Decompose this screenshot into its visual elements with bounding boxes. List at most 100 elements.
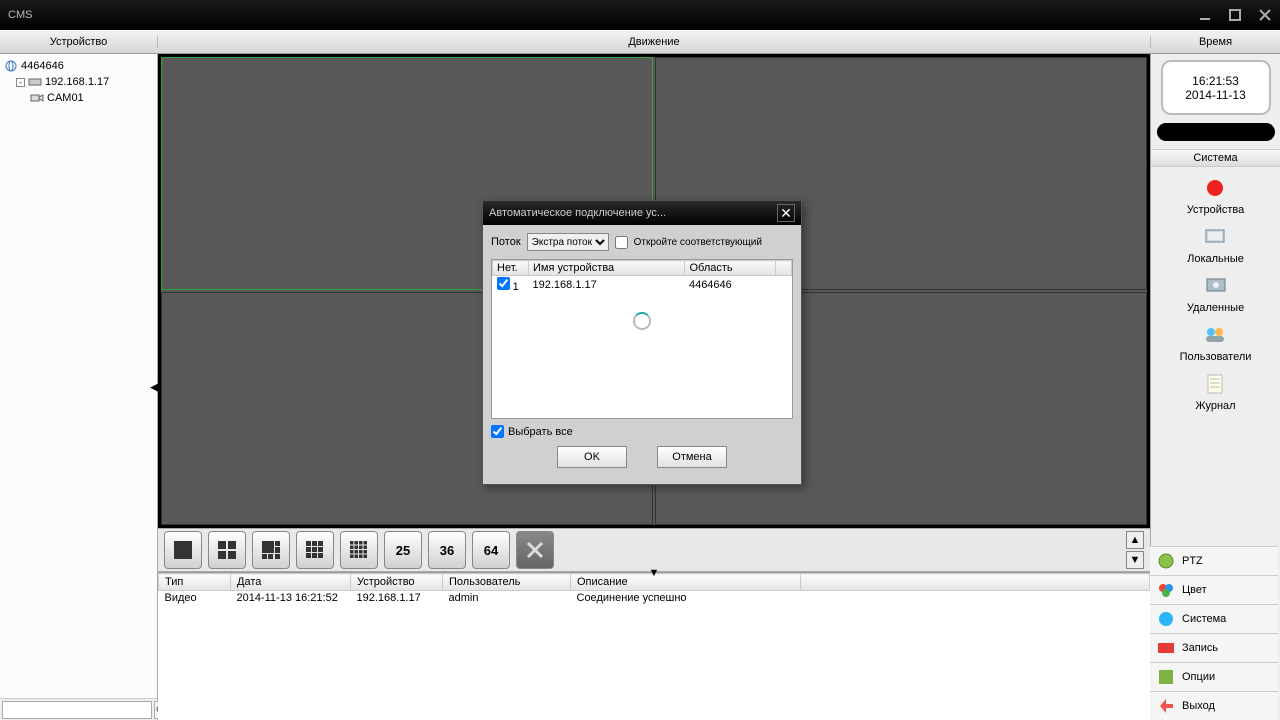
tab-exit-label: Выход [1182, 700, 1215, 712]
header-device-label: Устройство [0, 36, 158, 48]
row-checkbox[interactable] [497, 277, 510, 290]
service-journal[interactable]: Журнал [1195, 369, 1235, 412]
service-devices[interactable]: Устройства [1187, 173, 1245, 216]
tab-exit[interactable]: Выход [1150, 691, 1278, 720]
layout-16-button[interactable] [340, 531, 378, 569]
record-icon [1200, 173, 1230, 203]
splitter-down-icon[interactable]: ▼ [649, 567, 660, 579]
tree-root[interactable]: 4464646 [4, 58, 153, 74]
clock-date: 2014-11-13 [1185, 88, 1246, 102]
service-users[interactable]: Пользователи [1180, 320, 1252, 363]
tab-options[interactable]: Опции [1150, 662, 1278, 691]
close-button[interactable] [1250, 5, 1280, 25]
journal-icon [1200, 369, 1230, 399]
expand-toggle[interactable]: - [16, 78, 25, 87]
service-local-label: Локальные [1187, 253, 1244, 265]
tree-device[interactable]: - 192.168.1.17 [4, 74, 153, 90]
color-icon [1156, 580, 1176, 600]
tab-color-label: Цвет [1182, 584, 1207, 596]
cancel-button[interactable]: Отмена [657, 446, 727, 468]
ok-button[interactable]: OK [557, 446, 627, 468]
col-name[interactable]: Имя устройства [529, 261, 685, 276]
open-corresponding-checkbox[interactable] [615, 236, 628, 249]
select-all-label: Выбрать все [508, 426, 573, 438]
fullscreen-button[interactable] [516, 531, 554, 569]
row-num: 1 [513, 281, 519, 293]
log-col-user[interactable]: Пользователь [443, 574, 571, 591]
select-all-checkbox[interactable] [491, 425, 504, 438]
dialog-title: Автоматическое подключение ус... [489, 207, 666, 219]
clock-time: 16:21:53 [1192, 74, 1239, 88]
globe-icon [4, 59, 18, 73]
header-bar: Устройство Движение Время [0, 30, 1280, 54]
options-icon [1156, 667, 1176, 687]
tab-ptz-label: PTZ [1182, 555, 1203, 567]
log-col-type[interactable]: Тип [159, 574, 231, 591]
system-section-title: Система [1151, 149, 1280, 167]
search-input[interactable] [2, 701, 152, 719]
right-tabs: PTZ Цвет Система Запись Опции Выход [1150, 546, 1280, 720]
log-col-device[interactable]: Устройство [351, 574, 443, 591]
log-user: admin [443, 591, 571, 606]
layout-toolbar: 25 36 64 ▲ ▼ [158, 528, 1150, 572]
tab-system-label: Система [1182, 613, 1226, 625]
system-icon [1156, 609, 1176, 629]
log-col-date[interactable]: Дата [231, 574, 351, 591]
ptz-icon [1156, 551, 1176, 571]
search-row [0, 698, 157, 720]
stream-select[interactable]: Экстра поток [527, 233, 609, 251]
device-icon [28, 75, 42, 89]
dialog-close-button[interactable]: ✕ [777, 204, 795, 222]
log-device: 192.168.1.17 [351, 591, 443, 606]
tab-color[interactable]: Цвет [1150, 575, 1278, 604]
maximize-button[interactable] [1220, 5, 1250, 25]
tree-root-label: 4464646 [21, 60, 64, 72]
tab-ptz[interactable]: PTZ [1150, 546, 1278, 575]
service-users-label: Пользователи [1180, 351, 1252, 363]
row-area: 4464646 [685, 276, 776, 295]
log-type: Видео [159, 591, 231, 606]
log-row[interactable]: Видео 2014-11-13 16:21:52 192.168.1.17 a… [159, 591, 1150, 606]
log-date: 2014-11-13 16:21:52 [231, 591, 351, 606]
tab-record-label: Запись [1182, 642, 1218, 654]
scroll-down-icon[interactable]: ▼ [1126, 551, 1144, 569]
tree-camera[interactable]: CAM01 [4, 90, 153, 106]
service-devices-label: Устройства [1187, 204, 1245, 216]
layout-36-button[interactable]: 36 [428, 531, 466, 569]
stream-label: Поток [491, 236, 521, 248]
service-local[interactable]: Локальные [1187, 222, 1244, 265]
log-desc: Соединение успешно [571, 591, 801, 606]
row-name: 192.168.1.17 [529, 276, 685, 295]
log-panel: ▼ Тип Дата Устройство Пользователь Описа… [158, 572, 1150, 720]
local-icon [1200, 222, 1230, 252]
service-remote[interactable]: Удаленные [1187, 271, 1244, 314]
header-time-label: Время [1150, 36, 1280, 48]
autoconnect-dialog: Автоматическое подключение ус... ✕ Поток… [482, 200, 802, 485]
tree-device-label: 192.168.1.17 [45, 76, 109, 88]
layout-8-button[interactable] [252, 531, 290, 569]
layout-1-button[interactable] [164, 531, 202, 569]
layout-9-button[interactable] [296, 531, 334, 569]
device-tree-panel: 4464646 - 192.168.1.17 CAM01 [0, 54, 158, 720]
minimize-button[interactable] [1190, 5, 1220, 25]
layout-4-button[interactable] [208, 531, 246, 569]
exit-icon [1156, 696, 1176, 716]
clock-widget: 16:21:53 2014-11-13 [1161, 60, 1271, 115]
tab-system[interactable]: Система [1150, 604, 1278, 633]
loading-spinner-icon [633, 312, 651, 330]
app-title: CMS [8, 9, 32, 21]
service-journal-label: Журнал [1195, 400, 1235, 412]
col-no[interactable]: Нет. [493, 261, 529, 276]
scroll-up-icon[interactable]: ▲ [1126, 531, 1144, 549]
remote-icon [1201, 271, 1231, 301]
col-area[interactable]: Область [685, 261, 776, 276]
device-row[interactable]: 1 192.168.1.17 4464646 [493, 276, 792, 295]
layout-25-button[interactable]: 25 [384, 531, 422, 569]
record-tab-icon [1156, 638, 1176, 658]
layout-64-button[interactable]: 64 [472, 531, 510, 569]
tab-record[interactable]: Запись [1150, 633, 1278, 662]
status-bar-indicator [1157, 123, 1275, 141]
tab-options-label: Опции [1182, 671, 1215, 683]
log-col-desc[interactable]: Описание [571, 574, 801, 591]
camera-icon [30, 91, 44, 105]
